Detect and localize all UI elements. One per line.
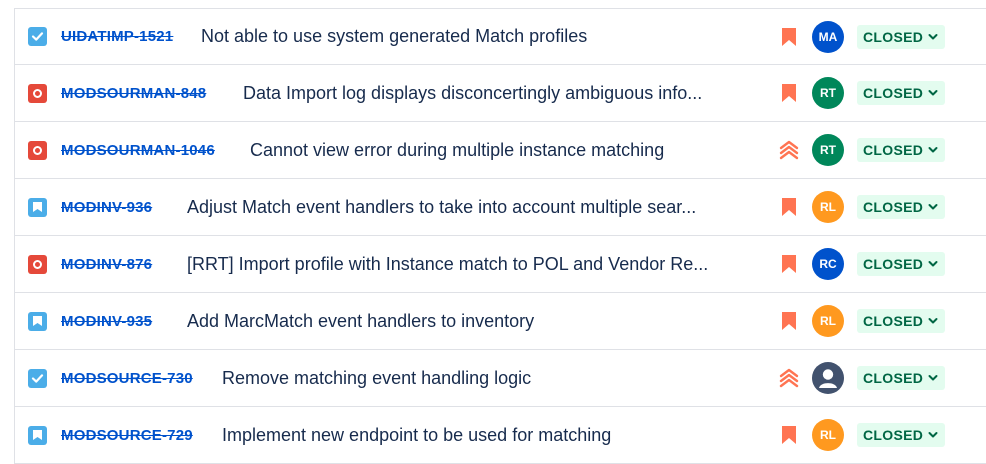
issue-summary[interactable]: Remove matching event handling logic	[222, 368, 763, 389]
status-dropdown[interactable]: CLOSED	[857, 138, 946, 162]
status-dropdown[interactable]: CLOSED	[857, 195, 946, 219]
status-label: CLOSED	[863, 199, 924, 215]
bug-icon	[28, 254, 47, 274]
avatar[interactable]: RL	[812, 305, 844, 337]
issue-summary[interactable]: Implement new endpoint to be used for ma…	[222, 425, 763, 446]
avatar[interactable]: RT	[812, 134, 844, 166]
checkbox-icon	[28, 368, 47, 388]
avatar[interactable]: RC	[812, 248, 844, 280]
bug-icon	[28, 83, 47, 103]
issue-key-link[interactable]: MODSOURMAN-848	[61, 85, 206, 102]
issue-list: UIDATIMP-1521 Not able to use system gene…	[14, 8, 986, 464]
chevron-down-icon	[927, 144, 939, 156]
chevron-down-icon	[927, 87, 939, 99]
chevron-down-icon	[927, 429, 939, 441]
chevron-down-icon	[927, 258, 939, 270]
avatar-placeholder-icon[interactable]	[812, 362, 844, 394]
avatar[interactable]: RL	[812, 191, 844, 223]
issue-row[interactable]: MODSOURMAN-848 Data Import log displays d…	[14, 65, 986, 122]
status-label: CLOSED	[863, 313, 924, 329]
status-label: CLOSED	[863, 427, 924, 443]
issue-row[interactable]: MODINV-935 Add MarcMatch event handlers t…	[14, 293, 986, 350]
issue-key-link[interactable]: MODINV-936	[61, 199, 152, 216]
issue-summary[interactable]: Adjust Match event handlers to take into…	[187, 197, 763, 218]
chevron-down-icon	[927, 372, 939, 384]
status-label: CLOSED	[863, 85, 924, 101]
priority-medium-icon	[777, 81, 801, 105]
issue-summary[interactable]: Cannot view error during multiple instan…	[250, 140, 763, 161]
status-label: CLOSED	[863, 256, 924, 272]
priority-medium-icon	[777, 423, 801, 447]
issue-row[interactable]: MODSOURMAN-1046 Cannot view error during …	[14, 122, 986, 179]
issue-summary[interactable]: Not able to use system generated Match p…	[201, 26, 763, 47]
status-dropdown[interactable]: CLOSED	[857, 423, 946, 447]
priority-highest-icon	[777, 366, 801, 390]
issue-row[interactable]: UIDATIMP-1521 Not able to use system gene…	[14, 8, 986, 65]
chevron-down-icon	[927, 315, 939, 327]
avatar[interactable]: RL	[812, 419, 844, 451]
issue-summary[interactable]: [RRT] Import profile with Instance match…	[187, 254, 763, 275]
issue-row[interactable]: MODSOURCE-730 Remove matching event handl…	[14, 350, 986, 407]
avatar[interactable]: RT	[812, 77, 844, 109]
story-icon	[28, 425, 47, 445]
priority-medium-icon	[777, 252, 801, 276]
avatar[interactable]: MA	[812, 20, 844, 53]
issue-summary[interactable]: Data Import log displays disconcertingly…	[243, 83, 763, 104]
issue-key-link[interactable]: MODINV-876	[61, 256, 152, 273]
priority-highest-icon	[777, 138, 801, 162]
issue-key-link[interactable]: MODSOURCE-730	[61, 370, 193, 387]
checkbox-icon	[28, 27, 47, 46]
story-icon	[28, 311, 47, 331]
issue-row[interactable]: MODINV-936 Adjust Match event handlers to…	[14, 179, 986, 236]
chevron-down-icon	[927, 31, 939, 43]
issue-key-link[interactable]: MODSOURMAN-1046	[61, 142, 215, 159]
status-dropdown[interactable]: CLOSED	[857, 81, 946, 105]
status-dropdown[interactable]: CLOSED	[857, 366, 946, 390]
status-dropdown[interactable]: CLOSED	[857, 252, 946, 276]
issue-row[interactable]: MODSOURCE-729 Implement new endpoint to b…	[14, 407, 986, 464]
chevron-down-icon	[927, 201, 939, 213]
priority-medium-icon	[777, 25, 801, 49]
status-label: CLOSED	[863, 142, 924, 158]
status-label: CLOSED	[863, 370, 924, 386]
issue-key-link[interactable]: UIDATIMP-1521	[61, 28, 173, 45]
status-label: CLOSED	[863, 28, 924, 45]
story-icon	[28, 197, 47, 217]
status-dropdown[interactable]: CLOSED	[857, 24, 946, 49]
priority-medium-icon	[777, 195, 801, 219]
issue-key-link[interactable]: MODSOURCE-729	[61, 427, 193, 444]
issue-key-link[interactable]: MODINV-935	[61, 313, 152, 330]
bug-icon	[28, 140, 47, 160]
issue-row[interactable]: MODINV-876 [RRT] Import profile with Inst…	[14, 236, 986, 293]
issue-summary[interactable]: Add MarcMatch event handlers to inventor…	[187, 311, 763, 332]
status-dropdown[interactable]: CLOSED	[857, 309, 946, 333]
priority-medium-icon	[777, 309, 801, 333]
